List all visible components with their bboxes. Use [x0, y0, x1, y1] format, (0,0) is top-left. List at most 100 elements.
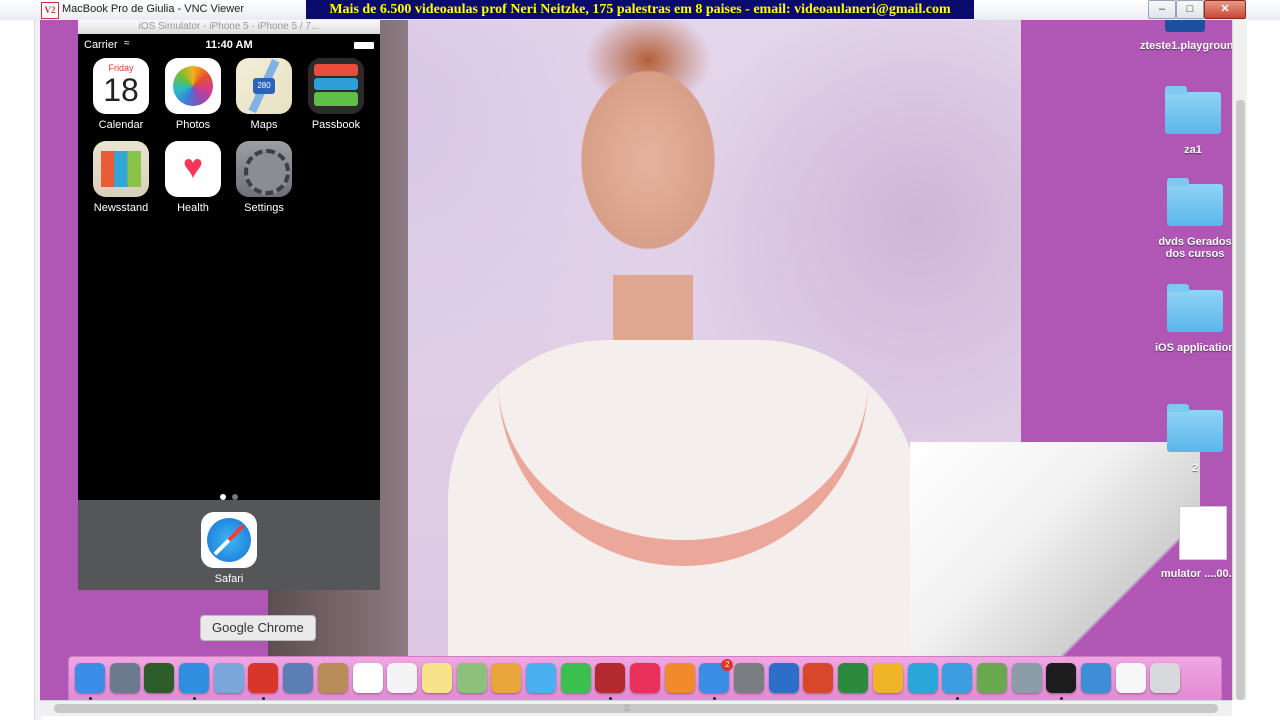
desktop-folder-dvds[interactable]: dvds Gerados dos cursos [1150, 178, 1232, 260]
simulator-title-bar[interactable]: iOS Simulator - iPhone 5 - iPhone 5 / 7.… [78, 20, 380, 34]
macos-dock: 2 [68, 656, 1222, 700]
maximize-button[interactable]: □ [1176, 0, 1204, 19]
app-health[interactable]: ♥ Health [158, 141, 228, 214]
finder-icon[interactable] [75, 663, 105, 693]
app-label: Safari [214, 573, 244, 585]
excel-icon[interactable] [838, 663, 869, 693]
scrollbar-thumb[interactable] [1236, 100, 1245, 700]
desktop-folder-za1[interactable]: za1 [1148, 86, 1232, 156]
chrome-icon[interactable] [248, 663, 279, 693]
viewer-right-margin [1247, 20, 1280, 720]
app-label: Photos [175, 119, 211, 131]
folder-icon [1167, 284, 1223, 332]
safari-icon[interactable] [179, 663, 210, 693]
mail-icon[interactable] [213, 663, 244, 693]
gear-icon [244, 149, 290, 195]
messages-icon[interactable] [525, 663, 556, 693]
xcode-icon[interactable] [872, 663, 903, 693]
desktop-item-label: zteste1.playground [1140, 40, 1232, 52]
dock-badge: 2 [721, 659, 734, 671]
app-store-icon[interactable]: 2 [699, 659, 734, 693]
folder-icon[interactable] [1080, 663, 1111, 693]
scrollbar-thumb[interactable] [54, 704, 1218, 713]
status-time: 11:40 AM [205, 39, 253, 51]
image-file-icon [1179, 506, 1227, 560]
photo-booth-icon[interactable] [595, 663, 626, 693]
app-newsstand[interactable]: Newsstand [86, 141, 156, 214]
remote-desktop[interactable]: iOS Simulator - iPhone 5 - iPhone 5 / 7.… [40, 20, 1232, 700]
scrollbar-grip-icon: ⦙⦙⦙ [624, 703, 631, 713]
vertical-scrollbar[interactable] [1232, 20, 1248, 700]
newsstand-app-icon [93, 141, 149, 197]
itunes-icon[interactable] [630, 663, 660, 693]
app-label: Settings [244, 202, 284, 214]
app-maps[interactable]: 280 Maps [229, 58, 299, 131]
desktop-item-label: mulator ....00.pn [1160, 568, 1232, 580]
desktop-item-label: dvds Gerados dos cursos [1158, 236, 1232, 260]
desktop-file-playground[interactable]: zteste1.playground [1140, 20, 1232, 52]
ios-status-bar: Carrier ≈ 11:40 AM [78, 36, 380, 54]
horizontal-scrollbar[interactable]: ⦙⦙⦙ [40, 700, 1232, 716]
vnc-logo-icon: V2 [41, 2, 59, 19]
system-preferences-icon[interactable] [734, 663, 765, 693]
desktop-item-label: 2 [1191, 462, 1199, 474]
ibooks-icon[interactable] [664, 663, 695, 693]
calendar-icon[interactable] [352, 663, 383, 693]
viewer-left-margin [0, 20, 41, 720]
page-curl [910, 442, 1200, 672]
photos-app-icon [165, 58, 221, 114]
desktop-item-label: iOS application [1154, 342, 1232, 354]
notes-icon[interactable] [421, 663, 452, 693]
battery-icon [354, 42, 374, 49]
maps-app-icon: 280 [236, 58, 292, 114]
mission-control-icon[interactable] [144, 663, 175, 693]
desktop-folder-ios-application[interactable]: iOS application [1150, 284, 1232, 354]
close-button[interactable]: ✕ [1204, 0, 1246, 19]
facetime-icon[interactable] [560, 663, 591, 693]
app-label: Passbook [311, 119, 361, 131]
desktop-folder-2[interactable]: 2 [1150, 404, 1232, 474]
documents-icon[interactable] [1115, 663, 1146, 693]
safari-app-icon [201, 512, 257, 568]
terminal-icon[interactable] [1046, 663, 1077, 693]
archive-icon[interactable] [1011, 663, 1042, 693]
promo-banner: Mais de 6.500 videoaulas prof Neri Neitz… [306, 0, 974, 19]
app-calendar[interactable]: Friday 18 Calendar [86, 58, 156, 131]
reminders-icon[interactable] [387, 663, 418, 693]
app-passbook[interactable]: Passbook [301, 58, 371, 131]
app-label: Newsstand [93, 202, 149, 214]
sync-icon[interactable] [907, 663, 938, 693]
dock-tooltip: Google Chrome [200, 615, 316, 641]
word-icon[interactable] [768, 663, 799, 693]
health-app-icon: ♥ [165, 141, 221, 197]
maps-route-shield: 280 [253, 78, 275, 94]
vnc-title-bar: V2 MacBook Pro de Giulia - VNC Viewer Ma… [0, 0, 1280, 21]
app-label: Health [177, 202, 209, 214]
ios-dock: Safari [78, 500, 380, 590]
network-icon[interactable] [976, 663, 1007, 693]
ios-simulator-screen[interactable]: Carrier ≈ 11:40 AM Friday 18 Calendar Ph… [78, 34, 380, 590]
app-label: Maps [250, 119, 278, 131]
app-photos[interactable]: Photos [158, 58, 228, 131]
photos-icon[interactable] [491, 663, 522, 693]
settings-app-icon [236, 141, 292, 197]
minimize-button[interactable]: – [1148, 0, 1176, 19]
contacts-icon[interactable] [317, 663, 348, 693]
playground-file-icon [1165, 20, 1205, 32]
preview-icon[interactable] [283, 663, 314, 693]
app-safari[interactable]: Safari [194, 512, 264, 585]
folder-icon [1167, 404, 1223, 452]
trash-icon[interactable] [1150, 663, 1181, 693]
calendar-date: 18 [103, 72, 139, 108]
launchpad-icon[interactable] [109, 663, 140, 693]
folder-icon [1165, 86, 1221, 134]
folder-icon [1167, 178, 1223, 226]
desktop-file-simulator-screenshot[interactable]: mulator ....00.pn [1158, 506, 1232, 580]
ios-simulator-icon[interactable] [942, 663, 973, 693]
maps-icon[interactable] [456, 663, 487, 693]
app-settings[interactable]: Settings [229, 141, 299, 214]
window-title: MacBook Pro de Giulia - VNC Viewer [62, 3, 244, 15]
app-label: Calendar [98, 119, 144, 131]
calendar-app-icon: Friday 18 [93, 58, 149, 114]
powerpoint-icon[interactable] [803, 663, 834, 693]
